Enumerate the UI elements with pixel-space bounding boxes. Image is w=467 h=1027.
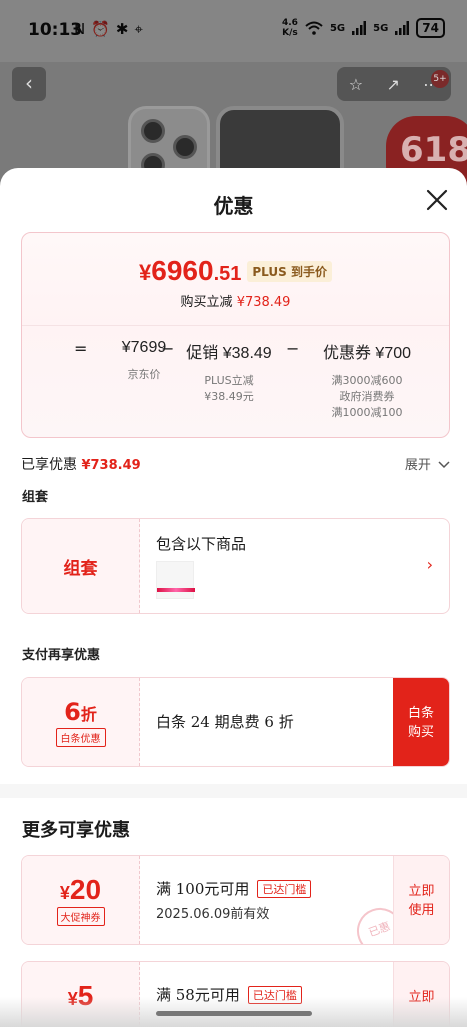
coupon-expiry: 2025.06.09前有效 [156,907,270,922]
alarm-icon: ⏰ [91,20,110,38]
bundle-product-thumbnail[interactable] [156,561,195,599]
battery-indicator: 74 [416,18,445,38]
instant-discount: 购买立减 ¥738.49 [22,291,449,310]
status-bar: 10:13 N ⏰ ✱ ⌖ 4.6 K/s 5G 5G 74 [0,0,467,62]
coupon-type-tag: 大促神券 [56,907,105,926]
threshold-reached-badge: 已达门槛 [257,879,312,898]
camera-lens [173,135,197,159]
gesture-bar-area [0,997,467,1027]
baitiao-tag: 白条优惠 [55,728,106,747]
coupon-label-line-2: 政府消费券 [339,390,395,403]
instant-discount-label: 购买立减 [180,295,233,310]
baitiao-buy-button[interactable]: 白条 购买 [393,678,449,766]
signal-label-2: 5G [373,22,389,34]
more-offers-title: 更多可享优惠 [22,820,130,841]
star-icon[interactable]: ☆ [349,75,363,94]
promo-column: 促销 ¥38.49 PLUS立减 ¥38.49元 [179,339,279,405]
coupon-amount-box: ¥20 大促神券 [22,856,140,944]
enjoyed-label: 已享优惠 [21,457,77,473]
back-button[interactable]: ‹ [12,67,46,101]
network-speed: 4.6 K/s [282,18,298,38]
coupon-value: 优惠券 ¥700 [322,345,412,362]
sheet-title: 优惠 [213,194,254,218]
bluetooth-icon: ✱ [115,20,129,38]
status-left-icons: N ⏰ ✱ ⌖ [74,20,143,38]
promo-value: 促销 ¥38.49 [186,345,272,362]
baitiao-offer-card: 6折 白条优惠 白条 24 期息费 6 折 白条 购买 [21,677,450,767]
price-decimal: .51 [213,263,242,285]
enjoyed-discount: 已享优惠 ¥738.49 [21,454,141,474]
button-line-2: 购买 [407,725,434,740]
minus-sign: − [286,339,300,358]
coupon-label-line-1: 满3000减600 [331,374,403,387]
nfc-icon: N [74,20,86,38]
product-actions: ☆ ↗ ⋯ 5+ [337,67,451,101]
price-breakdown-card: ¥6960.51 PLUS 到手价 购买立减 ¥738.49 = ¥7699 京… [21,232,450,438]
minus-sign: − [161,339,175,358]
coupon-label: 满3000减600 政府消费券 满1000减100 [306,373,428,421]
thumbnail-banner [157,588,195,592]
baitiao-discount-box: 6折 白条优惠 [22,678,140,766]
promo-label: PLUS立减 ¥38.49元 [179,373,279,405]
baitiao-description: 白条 24 期息费 6 折 [156,713,294,731]
coupon-amount: ¥20 [22,874,139,906]
payment-section-label: 支付再享优惠 [22,648,101,663]
chevron-down-icon [438,461,450,469]
signal-icon-1 [352,21,367,35]
final-price-row: ¥6960.51 PLUS 到手价 [22,255,449,287]
currency-symbol: ¥ [59,883,70,903]
final-price: ¥6960.51 [139,255,241,287]
bundle-label: 组套 [22,519,140,613]
button-line-2: 使用 [408,903,435,918]
promo-label-line-1: PLUS立减 [204,374,254,387]
discount-rate: 6折 [22,698,139,726]
signal-label-1: 5G [329,22,346,34]
expand-toggle[interactable]: 展开 [405,454,450,473]
camera-lens [141,119,165,143]
share-icon[interactable]: ↗ [386,75,399,94]
message-badge: 5+ [431,70,449,88]
home-indicator[interactable] [156,1011,312,1016]
coupon-card: ¥20 大促神券 满 100元可用 已达门槛 2025.06.09前有效 已惠 … [21,855,450,945]
status-right: 4.6 K/s 5G 5G 74 [282,18,445,38]
speed-unit: K/s [282,28,298,38]
section-separator [0,784,467,798]
button-line-1: 立即 [408,884,435,899]
discount-unit: 折 [80,705,97,724]
coupon-column: 优惠券 ¥700 满3000减600 政府消费券 满1000减100 [306,339,428,421]
coupon-condition-text: 满 100元可用 [156,880,250,898]
signal-icon-2 [395,21,410,35]
expand-label: 展开 [404,458,431,473]
wifi-icon [305,21,323,35]
speed-value: 4.6 [282,18,298,28]
enjoyed-value: ¥738.49 [81,458,141,473]
button-line-1: 白条 [407,706,434,721]
discount-sheet: 优惠 ¥6960.51 PLUS 到手价 购买立减 ¥738.49 = ¥769… [0,168,467,1027]
currency-symbol: ¥ [139,260,152,285]
plus-price-tag: PLUS 到手价 [247,261,332,282]
use-coupon-button[interactable]: 立即 使用 [393,856,449,944]
coupon-amount-value: 20 [69,874,102,905]
chevron-right-icon: › [426,555,433,574]
promo-label-line-2: ¥38.49元 [204,390,254,403]
price-integer: 6960 [151,255,214,286]
bundle-description: 包含以下商品 [156,535,247,553]
instant-discount-value: ¥738.49 [236,295,291,310]
bundle-card[interactable]: 组套 包含以下商品 › [21,518,450,614]
close-icon[interactable] [425,188,449,212]
divider [22,325,449,326]
location-icon: ⌖ [134,20,143,38]
bundle-section-label: 组套 [22,490,49,505]
coupon-condition: 满 100元可用 已达门槛 [156,878,312,899]
coupon-label-line-3: 满1000减100 [331,406,403,419]
equals-sign: = [74,339,88,358]
discount-number: 6 [64,698,81,726]
